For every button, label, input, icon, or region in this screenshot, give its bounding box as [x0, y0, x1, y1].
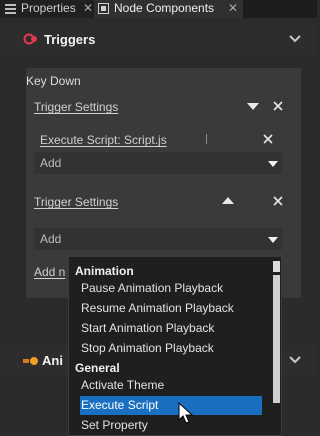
- execute-script-action-link[interactable]: Execute Script: Script.js: [40, 133, 167, 147]
- trigger-settings-link[interactable]: Trigger Settings: [34, 100, 118, 114]
- tab-node-components-label: Node Components: [114, 1, 215, 15]
- separator: [206, 134, 207, 144]
- menu-item[interactable]: Activate Theme: [80, 376, 262, 395]
- trigger-event-label: Key Down: [26, 74, 81, 88]
- animation-icon: [23, 357, 38, 365]
- menu-group-heading: Animation: [75, 264, 134, 278]
- properties-icon: [5, 4, 16, 14]
- triggers-title: Triggers: [44, 32, 96, 47]
- close-icon[interactable]: [273, 101, 283, 111]
- menu-item-selected[interactable]: Execute Script: [80, 396, 262, 415]
- chevron-down-icon[interactable]: [289, 356, 301, 364]
- menu-item[interactable]: Resume Animation Playback: [80, 299, 262, 318]
- chevron-down-icon[interactable]: [268, 237, 278, 243]
- scrollbar-thumb[interactable]: [273, 275, 280, 403]
- trigger-settings-link[interactable]: Trigger Settings: [34, 195, 118, 209]
- tab-properties[interactable]: Properties ✕: [0, 0, 93, 18]
- add-new-trigger-link[interactable]: Add n: [34, 265, 65, 279]
- animation-title: Ani: [42, 353, 63, 368]
- mouse-cursor-icon: [178, 402, 194, 424]
- close-icon[interactable]: ✕: [228, 0, 238, 17]
- add-action-dropdown[interactable]: [34, 152, 282, 174]
- close-icon[interactable]: [263, 134, 273, 144]
- menu-scrollbar[interactable]: [270, 257, 281, 435]
- tab-node-components[interactable]: Node Components ✕: [94, 0, 243, 18]
- expand-triangle-icon[interactable]: [222, 197, 234, 204]
- collapse-triangle-icon[interactable]: [247, 103, 259, 110]
- components-icon: [98, 3, 109, 14]
- trigger-icon: [23, 33, 37, 45]
- close-icon[interactable]: [273, 196, 283, 206]
- menu-group-heading: General: [75, 361, 120, 375]
- add-action-label: Add: [40, 156, 62, 170]
- menu-item[interactable]: Stop Animation Playback: [80, 339, 262, 358]
- menu-item[interactable]: Set Property: [80, 416, 262, 435]
- menu-item[interactable]: Pause Animation Playback: [80, 279, 262, 298]
- action-dropdown-menu[interactable]: Animation Pause Animation Playback Resum…: [68, 256, 282, 436]
- add-action-dropdown[interactable]: [34, 228, 282, 250]
- add-action-label: Add: [40, 232, 62, 246]
- chevron-down-icon[interactable]: [268, 161, 278, 167]
- close-icon[interactable]: ✕: [83, 0, 93, 17]
- tab-properties-label: Properties: [21, 1, 76, 15]
- menu-item[interactable]: Start Animation Playback: [80, 319, 262, 338]
- chevron-down-icon[interactable]: [289, 35, 301, 43]
- scroll-up-arrow-icon[interactable]: [273, 261, 280, 272]
